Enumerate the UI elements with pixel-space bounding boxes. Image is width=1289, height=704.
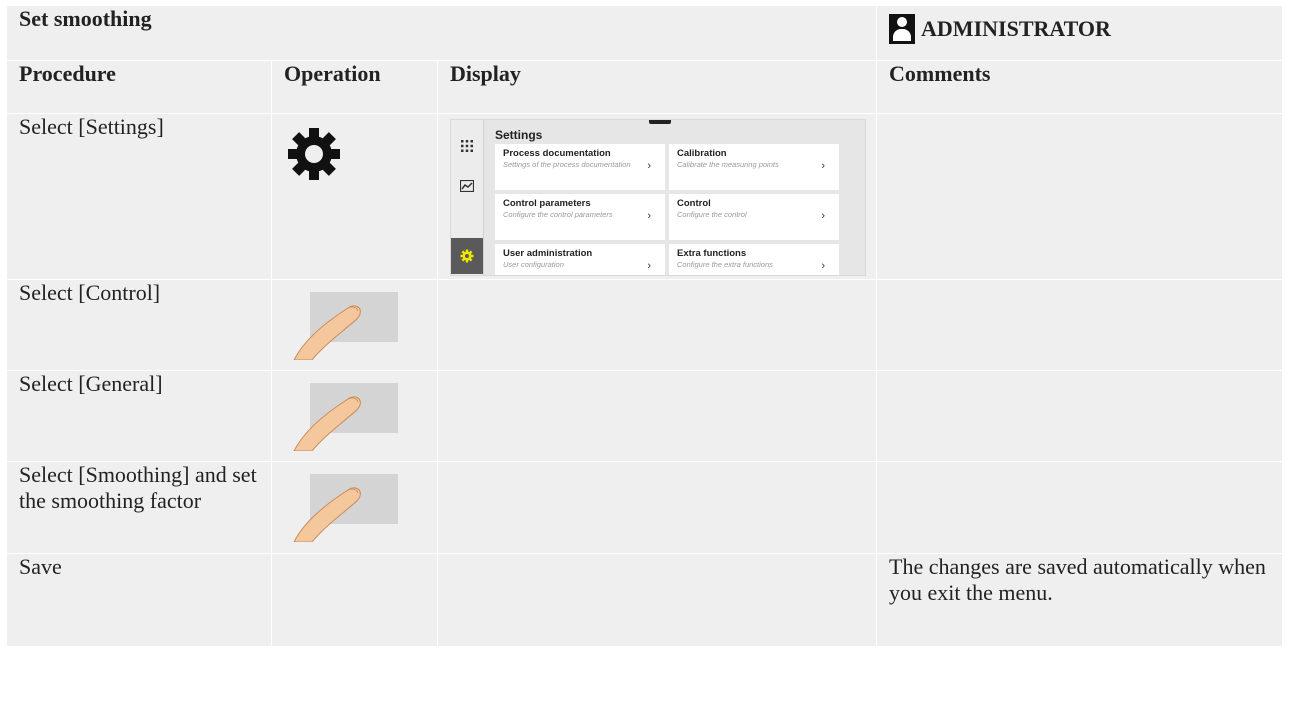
tile-title: Calibration bbox=[677, 148, 727, 159]
user-icon bbox=[889, 14, 916, 44]
procedure-cell: Select [Control] bbox=[6, 279, 272, 371]
column-header: Display bbox=[436, 60, 878, 114]
tile-title: User administration bbox=[503, 248, 593, 259]
operation-cell bbox=[271, 279, 438, 371]
display-cell bbox=[436, 553, 878, 647]
display-cell bbox=[436, 279, 878, 371]
column-header: Comments bbox=[876, 60, 1284, 114]
operation-cell bbox=[271, 461, 438, 554]
gear-icon bbox=[288, 128, 340, 180]
display-cell: Settings Process documentation Settings … bbox=[436, 113, 878, 280]
procedure-cell: Select [Settings] bbox=[6, 113, 272, 280]
settings-gear-icon[interactable] bbox=[451, 238, 483, 274]
operation-cell bbox=[271, 113, 438, 280]
comment-cell bbox=[876, 370, 1284, 462]
comment-cell bbox=[876, 461, 1284, 554]
comment-cell: The changes are saved automatically when… bbox=[876, 553, 1284, 647]
tile-subtitle: Configure the control parameters bbox=[503, 210, 613, 219]
settings-screen-preview: Settings Process documentation Settings … bbox=[450, 119, 866, 276]
role-label: ADMINISTRATOR bbox=[921, 16, 1111, 41]
tile-extra-functions[interactable]: Extra functions Configure the extra func… bbox=[669, 244, 839, 275]
role-cell: ADMINISTRATOR bbox=[876, 5, 1284, 61]
procedure-cell: Save bbox=[6, 553, 272, 647]
title-row: Set smoothing ADMINISTRATOR bbox=[5, 5, 1284, 61]
tile-subtitle: Configure the extra functions bbox=[677, 260, 773, 269]
tile-user-administration[interactable]: User administration User configuration › bbox=[495, 244, 665, 275]
procedure-cell: Select [Smoothing] and set the smoothing… bbox=[6, 461, 272, 554]
chevron-right-icon: › bbox=[647, 160, 651, 172]
tile-title: Control bbox=[677, 198, 711, 209]
apps-grid-icon[interactable] bbox=[451, 128, 483, 164]
chevron-right-icon: › bbox=[821, 260, 825, 272]
sidebar bbox=[451, 120, 484, 275]
tile-control[interactable]: Control Configure the control › bbox=[669, 194, 839, 240]
chevron-right-icon: › bbox=[647, 260, 651, 272]
column-header: Operation bbox=[271, 60, 438, 114]
finger-tap-icon bbox=[293, 474, 398, 543]
tile-subtitle: Calibrate the measuring points bbox=[677, 160, 779, 169]
table-row: Save The changes are saved automatically… bbox=[6, 553, 1284, 647]
section-title: Set smoothing bbox=[5, 5, 878, 61]
tile-process-documentation[interactable]: Process documentation Settings of the pr… bbox=[495, 144, 665, 190]
comment-cell bbox=[876, 279, 1284, 371]
tile-title: Control parameters bbox=[503, 198, 591, 209]
tile-subtitle: User configuration bbox=[503, 260, 564, 269]
tile-subtitle: Settings of the process documentation bbox=[503, 160, 631, 169]
operation-cell bbox=[271, 553, 438, 647]
column-header-row: Procedure Operation Display Comments bbox=[6, 60, 1284, 114]
tile-control-parameters[interactable]: Control parameters Configure the control… bbox=[495, 194, 665, 240]
tile-calibration[interactable]: Calibration Calibrate the measuring poin… bbox=[669, 144, 839, 190]
table-row: Select [General] bbox=[6, 370, 1284, 462]
table-row: Select [Control] bbox=[6, 279, 1284, 371]
table-row: Select [Settings] Settings Process docum… bbox=[6, 113, 1284, 280]
tile-title: Process documentation bbox=[503, 148, 611, 159]
procedure-cell: Select [General] bbox=[6, 370, 272, 462]
screen-title: Settings bbox=[495, 128, 543, 142]
display-cell bbox=[436, 370, 878, 462]
tile-subtitle: Configure the control bbox=[677, 210, 747, 219]
chevron-right-icon: › bbox=[647, 210, 651, 222]
chart-icon[interactable] bbox=[451, 168, 483, 204]
chevron-right-icon: › bbox=[821, 160, 825, 172]
table-row: Select [Smoothing] and set the smoothing… bbox=[6, 461, 1284, 554]
finger-tap-icon bbox=[293, 383, 398, 452]
display-cell bbox=[436, 461, 878, 554]
procedure-page: Set smoothing ADMINISTRATOR Procedure Op… bbox=[5, 5, 1284, 704]
chevron-right-icon: › bbox=[821, 210, 825, 222]
procedure-table: Set smoothing ADMINISTRATOR Procedure Op… bbox=[5, 5, 1284, 647]
operation-cell bbox=[271, 370, 438, 462]
comment-cell bbox=[876, 113, 1284, 280]
finger-tap-icon bbox=[293, 292, 398, 361]
column-header: Procedure bbox=[6, 60, 272, 114]
tile-title: Extra functions bbox=[677, 248, 747, 259]
